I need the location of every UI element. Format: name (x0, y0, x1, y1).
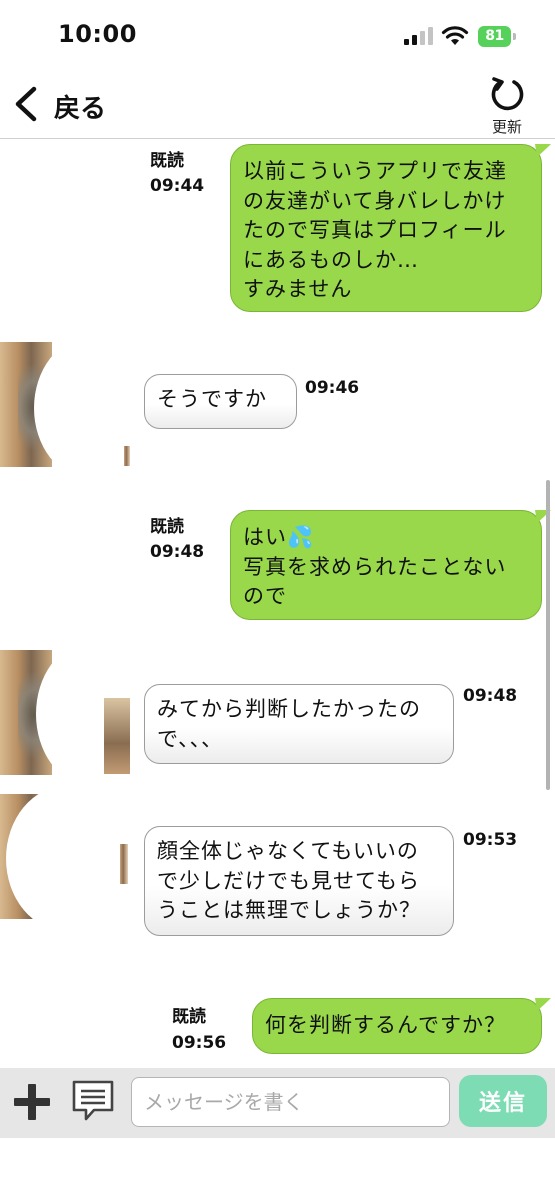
scroll-indicator[interactable] (546, 480, 550, 790)
send-button[interactable]: 送信 (459, 1075, 547, 1127)
message-list[interactable]: 既読 09:44 以前こういうアプリで友達 の友達がいて身バレしかけ たので写真… (0, 138, 555, 1068)
plus-icon (14, 1084, 50, 1120)
read-receipt: 既読 (150, 151, 184, 171)
received-message-bubble[interactable]: みてから判断したかったの で、、、 (144, 684, 454, 764)
photo-fragment (120, 844, 128, 884)
template-button[interactable] (70, 1078, 116, 1124)
sent-message-bubble[interactable]: 以前こういうアプリで友達 の友達がいて身バレしかけ たので写真はプロフィール に… (230, 144, 542, 312)
message-template-icon (72, 1080, 114, 1121)
message-input[interactable] (131, 1077, 450, 1127)
photo-fragment (124, 446, 130, 466)
received-message-bubble[interactable]: そうですか (144, 374, 297, 429)
photo-fragment (104, 698, 130, 774)
chat-header: 戻る 更新 (0, 70, 555, 139)
back-label: 戻る (54, 94, 107, 124)
message-time: 09:48 (150, 542, 205, 562)
refresh-label: 更新 (491, 118, 522, 136)
refresh-button[interactable]: 更新 (480, 74, 536, 136)
back-chevron-icon (15, 86, 37, 122)
status-time: 10:00 (58, 20, 137, 48)
avatar-mask (6, 786, 126, 931)
input-bar: 送信 (0, 1068, 555, 1138)
received-message-bubble[interactable]: 顔全体じゃなくてもいいの で少しだけでも見せてもら うことは無理でしょうか？ (144, 826, 454, 936)
sent-message-bubble[interactable]: 何を判断するんですか？ (252, 998, 542, 1054)
read-receipt: 既読 (150, 517, 184, 537)
sent-message-bubble[interactable]: はい💦 写真を求められたことない ので (230, 510, 542, 620)
attach-button[interactable] (12, 1082, 52, 1122)
read-receipt: 既読 (172, 1007, 206, 1027)
bubble-tail (535, 144, 551, 157)
status-bar: 10:00 81 (0, 0, 555, 70)
signal-icon (404, 27, 433, 45)
message-time: 09:46 (305, 378, 360, 398)
bubble-tail (535, 998, 551, 1011)
wifi-icon (441, 26, 469, 45)
back-button[interactable]: 戻る (8, 78, 118, 128)
message-time: 09:53 (463, 830, 518, 850)
message-time: 09:44 (150, 176, 205, 196)
refresh-icon (491, 77, 524, 111)
battery-level: 81 (478, 26, 511, 47)
message-time: 09:48 (463, 686, 518, 706)
message-time: 09:56 (172, 1033, 227, 1053)
battery-icon: 81 (478, 26, 516, 47)
